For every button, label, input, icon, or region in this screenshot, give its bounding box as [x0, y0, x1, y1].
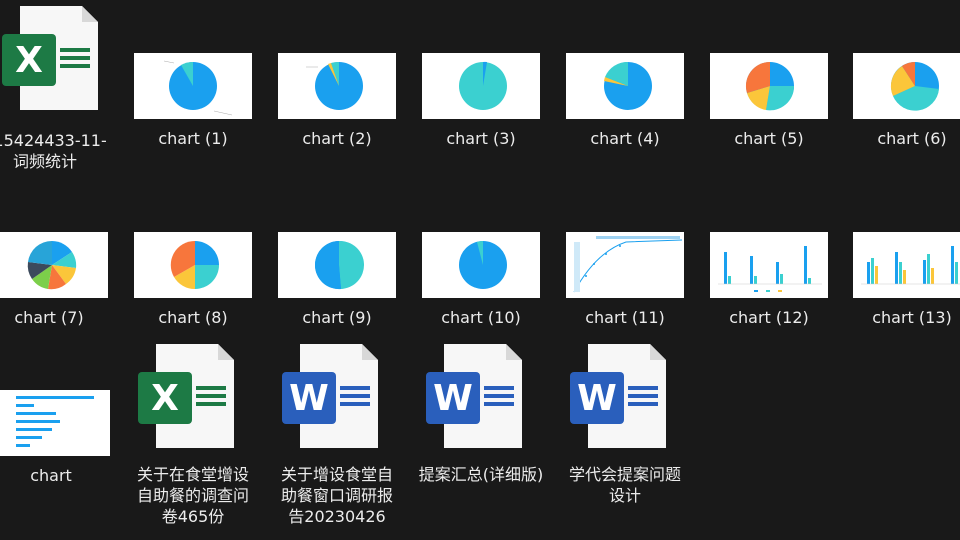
file-label: chart (1)	[158, 129, 228, 148]
word-icon: W	[570, 344, 666, 448]
word-badge: W	[282, 372, 336, 424]
word-icon: W	[426, 344, 522, 448]
chart-thumbnail	[134, 232, 252, 298]
word-icon: W	[282, 344, 378, 448]
file-label: 关于增设食堂自 助餐窗口调研报 告20230426	[280, 465, 393, 526]
file-label: chart (6)	[877, 129, 947, 148]
chart-thumbnail	[566, 53, 684, 119]
word-badge: W	[570, 372, 624, 424]
excel-badge: X	[138, 372, 192, 424]
chart-thumbnail	[710, 53, 828, 119]
chart-thumbnail	[422, 53, 540, 119]
excel-icon: X	[138, 344, 234, 448]
file-label: 提案汇总(详细版)	[418, 465, 544, 484]
file-label: chart (2)	[302, 129, 372, 148]
chart-thumbnail	[853, 53, 960, 119]
file-label: chart (13)	[872, 308, 952, 327]
file-label: chart (11)	[585, 308, 665, 327]
file-label: chart	[30, 466, 72, 485]
file-label: 学代会提案问题 设计	[568, 465, 681, 505]
chart-thumbnail	[278, 232, 396, 298]
chart-thumbnail	[710, 232, 828, 298]
chart-thumbnail	[0, 390, 110, 456]
file-label: chart (3)	[446, 129, 516, 148]
file-label: 215424433-11- 词频统计	[0, 131, 107, 171]
chart-thumbnail	[566, 232, 684, 298]
chart-thumbnail	[0, 232, 108, 298]
chart-thumbnail	[278, 53, 396, 119]
file-label: chart (8)	[158, 308, 228, 327]
chart-thumbnail	[422, 232, 540, 298]
file-label: chart (12)	[729, 308, 809, 327]
file-label: 关于在食堂增设 自助餐的调查问 卷465份	[136, 465, 249, 526]
file-label: chart (7)	[14, 308, 84, 327]
chart-thumbnail	[853, 232, 960, 298]
file-label: chart (4)	[590, 129, 660, 148]
file-label: chart (9)	[302, 308, 372, 327]
file-label: chart (10)	[441, 308, 521, 327]
file-label: chart (5)	[734, 129, 804, 148]
excel-badge: X	[2, 34, 56, 86]
chart-thumbnail	[134, 53, 252, 119]
word-badge: W	[426, 372, 480, 424]
excel-icon: X	[2, 6, 98, 110]
